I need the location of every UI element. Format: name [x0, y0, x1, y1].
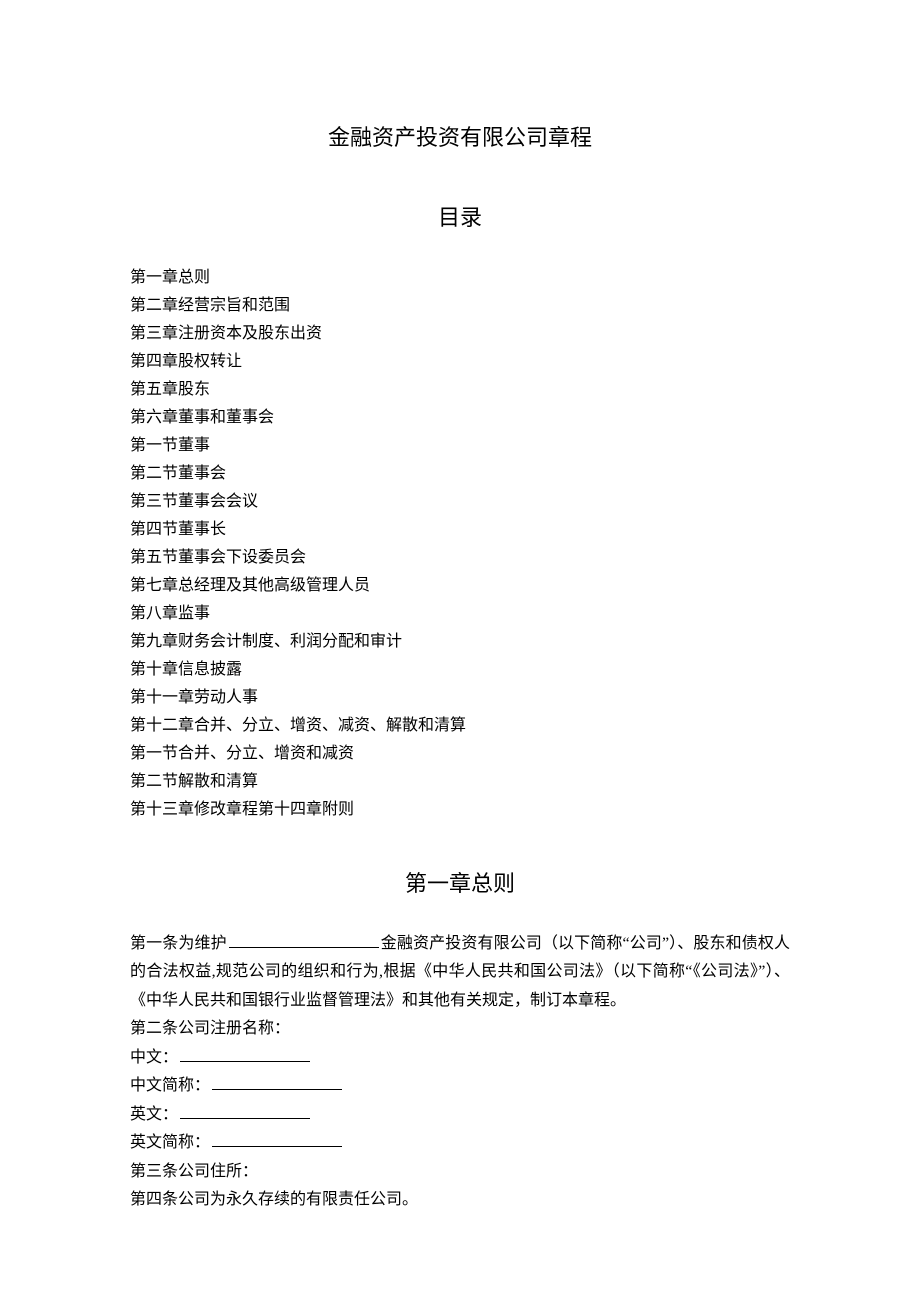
- document-title: 金融资产投资有限公司章程: [130, 120, 790, 152]
- en-short-label: 英文简称：: [130, 1134, 210, 1151]
- cn-name-line: 中文：: [130, 1044, 790, 1072]
- toc-item: 第十三章修改章程第十四章附则: [130, 796, 790, 824]
- table-of-contents: 第一章总则 第二章经营宗旨和范围 第三章注册资本及股东出资 第四章股权转让 第五…: [130, 264, 790, 824]
- cn-short-line: 中文简称：: [130, 1072, 790, 1100]
- en-label: 英文：: [130, 1106, 178, 1123]
- blank-field: [229, 934, 379, 948]
- article-2: 第二条公司注册名称：: [130, 1015, 790, 1043]
- chapter-1-heading: 第一章总则: [130, 866, 790, 898]
- en-short-line: 英文简称：: [130, 1129, 790, 1157]
- chapter-1-body: 第一条为维护金融资产投资有限公司（以下简称“公司”）、股东和债权人的合法权益,规…: [130, 930, 790, 1215]
- toc-item: 第四章股权转让: [130, 348, 790, 376]
- toc-item: 第二章经营宗旨和范围: [130, 292, 790, 320]
- cn-short-label: 中文简称：: [130, 1077, 210, 1094]
- blank-field: [180, 1104, 310, 1118]
- toc-item: 第六章董事和董事会: [130, 404, 790, 432]
- en-name-line: 英文：: [130, 1101, 790, 1129]
- toc-item: 第八章监事: [130, 600, 790, 628]
- toc-item: 第四节董事长: [130, 516, 790, 544]
- blank-field: [212, 1133, 342, 1147]
- toc-item: 第十章信息披露: [130, 656, 790, 684]
- toc-item: 第一节合并、分立、增资和减资: [130, 740, 790, 768]
- toc-item: 第二节董事会: [130, 460, 790, 488]
- toc-item: 第三章注册资本及股东出资: [130, 320, 790, 348]
- toc-item: 第三节董事会会议: [130, 488, 790, 516]
- blank-field: [180, 1047, 310, 1061]
- toc-item: 第九章财务会计制度、利润分配和审计: [130, 628, 790, 656]
- article-1-text-a: 第一条为维护: [130, 935, 227, 952]
- toc-item: 第二节解散和清算: [130, 768, 790, 796]
- toc-item: 第十一章劳动人事: [130, 684, 790, 712]
- toc-heading: 目录: [130, 200, 790, 232]
- toc-item: 第十二章合并、分立、增资、减资、解散和清算: [130, 712, 790, 740]
- toc-item: 第五节董事会下设委员会: [130, 544, 790, 572]
- toc-item: 第五章股东: [130, 376, 790, 404]
- cn-label: 中文：: [130, 1049, 178, 1066]
- toc-item: 第七章总经理及其他高级管理人员: [130, 572, 790, 600]
- toc-item: 第一章总则: [130, 264, 790, 292]
- article-4: 第四条公司为永久存续的有限责任公司。: [130, 1186, 790, 1214]
- article-1: 第一条为维护金融资产投资有限公司（以下简称“公司”）、股东和债权人的合法权益,规…: [130, 930, 790, 1015]
- article-3: 第三条公司住所：: [130, 1158, 790, 1186]
- blank-field: [212, 1076, 342, 1090]
- toc-item: 第一节董事: [130, 432, 790, 460]
